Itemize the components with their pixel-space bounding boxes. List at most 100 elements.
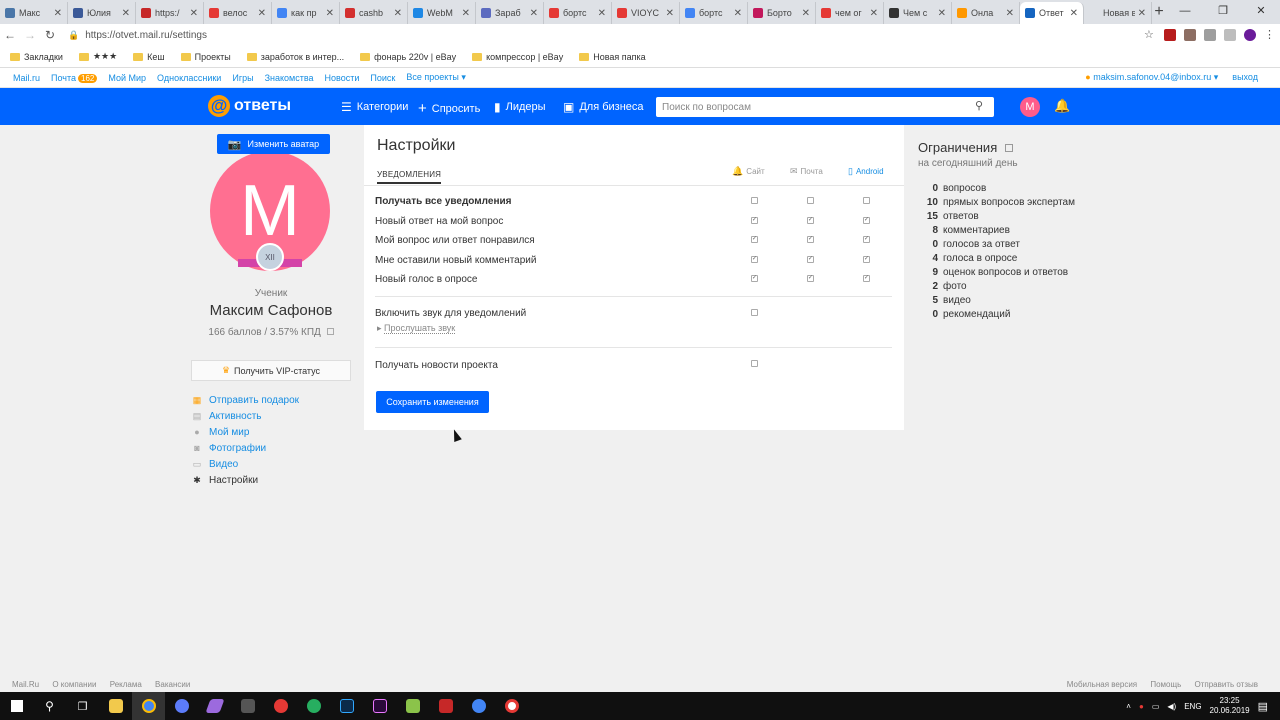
footer-link[interactable]: Отправить отзыв bbox=[1195, 680, 1259, 689]
notification-checkbox[interactable]: ✓ bbox=[863, 236, 870, 244]
record-icon[interactable] bbox=[264, 692, 297, 720]
close-tab-icon[interactable]: ✕ bbox=[326, 8, 334, 19]
portal-link-dating[interactable]: Знакомства bbox=[265, 73, 314, 83]
notification-checkbox[interactable]: ✓ bbox=[863, 216, 870, 224]
close-tab-icon[interactable]: ✕ bbox=[666, 8, 674, 19]
notification-checkbox[interactable]: ✓ bbox=[751, 275, 758, 283]
footer-link[interactable]: Реклама bbox=[110, 680, 142, 689]
volume-icon[interactable]: ◀) bbox=[1167, 702, 1176, 711]
browser-tab[interactable]: Юлия ✕ bbox=[68, 2, 136, 24]
url-field[interactable]: 🔒 https://otvet.mail.ru/settings bbox=[68, 30, 1144, 41]
news-checkbox[interactable] bbox=[751, 360, 758, 367]
footer-link[interactable]: Вакансии bbox=[155, 680, 190, 689]
close-tab-icon[interactable]: ✕ bbox=[190, 8, 198, 19]
bookmark-item[interactable]: Новая папка bbox=[579, 52, 646, 62]
task-view-icon[interactable]: ❐ bbox=[66, 692, 99, 720]
notification-checkbox[interactable]: ✓ bbox=[863, 255, 870, 263]
menu-item-settings[interactable]: ✱ Настройки bbox=[191, 472, 299, 488]
language-indicator[interactable]: ENG bbox=[1184, 702, 1201, 711]
bookmark-item[interactable]: заработок в интер... bbox=[246, 52, 344, 62]
windows-start-icon[interactable] bbox=[0, 692, 33, 720]
browser-tab[interactable]: чем ог ✕ bbox=[816, 2, 884, 24]
chevron-up-icon[interactable]: ˄ bbox=[1126, 702, 1131, 711]
menu-item-myworld[interactable]: ● Мой мир bbox=[191, 424, 299, 440]
new-tab-button[interactable]: + bbox=[1152, 2, 1166, 24]
network-icon[interactable]: ▭ bbox=[1152, 702, 1160, 711]
profile-icon[interactable] bbox=[1244, 29, 1256, 41]
extension-icon[interactable] bbox=[1204, 29, 1216, 41]
portal-link-mailru[interactable]: Mail.ru bbox=[13, 73, 40, 83]
nav-categories[interactable]: ☰ Категории bbox=[341, 100, 408, 114]
record-tray-icon[interactable]: ● bbox=[1139, 702, 1144, 711]
bookmark-item[interactable]: Проекты bbox=[180, 52, 231, 62]
browser-tab[interactable]: Новая вкл✕ bbox=[1084, 2, 1152, 24]
notification-checkbox[interactable] bbox=[863, 197, 870, 204]
close-tab-icon[interactable]: ✕ bbox=[258, 8, 266, 19]
menu-item-photos[interactable]: ◙ Фотографии bbox=[191, 440, 299, 456]
portal-link-ok[interactable]: Одноклассники bbox=[157, 73, 221, 83]
bookmark-item[interactable]: Кеш bbox=[133, 52, 165, 62]
browser-tab[interactable]: WebM ✕ bbox=[408, 2, 476, 24]
browser-tab[interactable]: https:/ ✕ bbox=[136, 2, 204, 24]
close-tab-icon[interactable]: ✕ bbox=[1138, 8, 1146, 19]
search-icon[interactable]: ⚲ bbox=[33, 692, 66, 720]
footer-link[interactable]: Mail.Ru bbox=[12, 680, 39, 689]
close-tab-icon[interactable]: ✕ bbox=[462, 8, 470, 19]
extension-icon[interactable] bbox=[1164, 29, 1176, 41]
browser-tab[interactable]: Борто ✕ bbox=[748, 2, 816, 24]
menu-item-activity[interactable]: ▤ Активность bbox=[191, 408, 299, 424]
browser-tab[interactable]: cashb ✕ bbox=[340, 2, 408, 24]
back-icon[interactable]: ← bbox=[0, 28, 20, 42]
logout-link[interactable]: выход bbox=[1232, 72, 1258, 83]
vip-button[interactable]: ♛ Получить VIP-статус bbox=[191, 360, 351, 381]
browser-tab[interactable]: велос ✕ bbox=[204, 2, 272, 24]
nav-business[interactable]: ▣ Для бизнеса bbox=[563, 100, 644, 114]
notification-icon[interactable]: ▤ bbox=[1258, 700, 1268, 713]
sound-checkbox[interactable] bbox=[751, 309, 758, 316]
notification-checkbox[interactable]: ✓ bbox=[807, 275, 814, 283]
chrome-icon[interactable] bbox=[132, 692, 165, 720]
premiere-icon[interactable] bbox=[363, 692, 396, 720]
star-icon[interactable]: ☆ bbox=[1144, 29, 1156, 41]
bookmark-item[interactable]: компрессор | eBay bbox=[472, 52, 563, 62]
bookmark-item[interactable]: фонарь 220v | eBay bbox=[360, 52, 456, 62]
portal-link-mail[interactable]: Почта 162 bbox=[51, 73, 98, 83]
menu-item-video[interactable]: ▭ Видео bbox=[191, 456, 299, 472]
notification-checkbox[interactable] bbox=[807, 197, 814, 204]
reload-icon[interactable]: ↻ bbox=[40, 28, 60, 42]
browser-tab[interactable]: Чем с ✕ bbox=[884, 2, 952, 24]
notification-checkbox[interactable]: ✓ bbox=[751, 255, 758, 263]
notification-checkbox[interactable]: ✓ bbox=[863, 275, 870, 283]
close-tab-icon[interactable]: ✕ bbox=[394, 8, 402, 19]
notification-checkbox[interactable]: ✓ bbox=[751, 236, 758, 244]
explorer-icon[interactable] bbox=[99, 692, 132, 720]
browser-tab[interactable]: Ответ ✕ bbox=[1020, 2, 1084, 24]
save-button[interactable]: Сохранить изменения bbox=[376, 391, 489, 413]
close-tab-icon[interactable]: ✕ bbox=[1006, 8, 1014, 19]
close-window-icon[interactable]: ✕ bbox=[1242, 0, 1280, 24]
bookmark-item[interactable]: Закладки bbox=[10, 52, 63, 62]
bell-icon[interactable]: 🔔 bbox=[1054, 98, 1070, 114]
tab-notifications[interactable]: УВЕДОМЛЕНИЯ bbox=[377, 170, 442, 184]
close-tab-icon[interactable]: ✕ bbox=[802, 8, 810, 19]
portal-link-all-projects[interactable]: Все проекты ▾ bbox=[406, 72, 466, 83]
search-icon[interactable]: ⚲ bbox=[975, 99, 983, 112]
portal-link-search[interactable]: Поиск bbox=[370, 73, 395, 83]
nav-ask[interactable]: + Спросить bbox=[418, 100, 480, 117]
close-tab-icon[interactable]: ✕ bbox=[870, 8, 878, 19]
menu-item-gift[interactable]: ▦ Отправить подарок bbox=[191, 392, 299, 408]
header-avatar[interactable]: М bbox=[1020, 97, 1040, 117]
app-icon[interactable] bbox=[165, 692, 198, 720]
close-tab-icon[interactable]: ✕ bbox=[734, 8, 742, 19]
bookmark-item[interactable]: ★★★ bbox=[78, 51, 117, 62]
browser-tab[interactable]: бортс ✕ bbox=[680, 2, 748, 24]
footer-link[interactable]: Мобильная версия bbox=[1067, 680, 1137, 689]
account-email[interactable]: ● maksim.safonov.04@inbox.ru ▾ bbox=[1085, 72, 1218, 83]
portal-link-news[interactable]: Новости bbox=[325, 73, 360, 83]
clock[interactable]: 23:25 20.06.2019 bbox=[1210, 696, 1250, 716]
notification-checkbox[interactable]: ✓ bbox=[751, 216, 758, 224]
browser-tab[interactable]: бортс ✕ bbox=[544, 2, 612, 24]
footer-link[interactable]: Помощь bbox=[1150, 680, 1181, 689]
menu-icon[interactable]: ⋮ bbox=[1264, 29, 1275, 41]
listen-sound-link[interactable]: ▸ Прослушать звук bbox=[377, 323, 456, 334]
